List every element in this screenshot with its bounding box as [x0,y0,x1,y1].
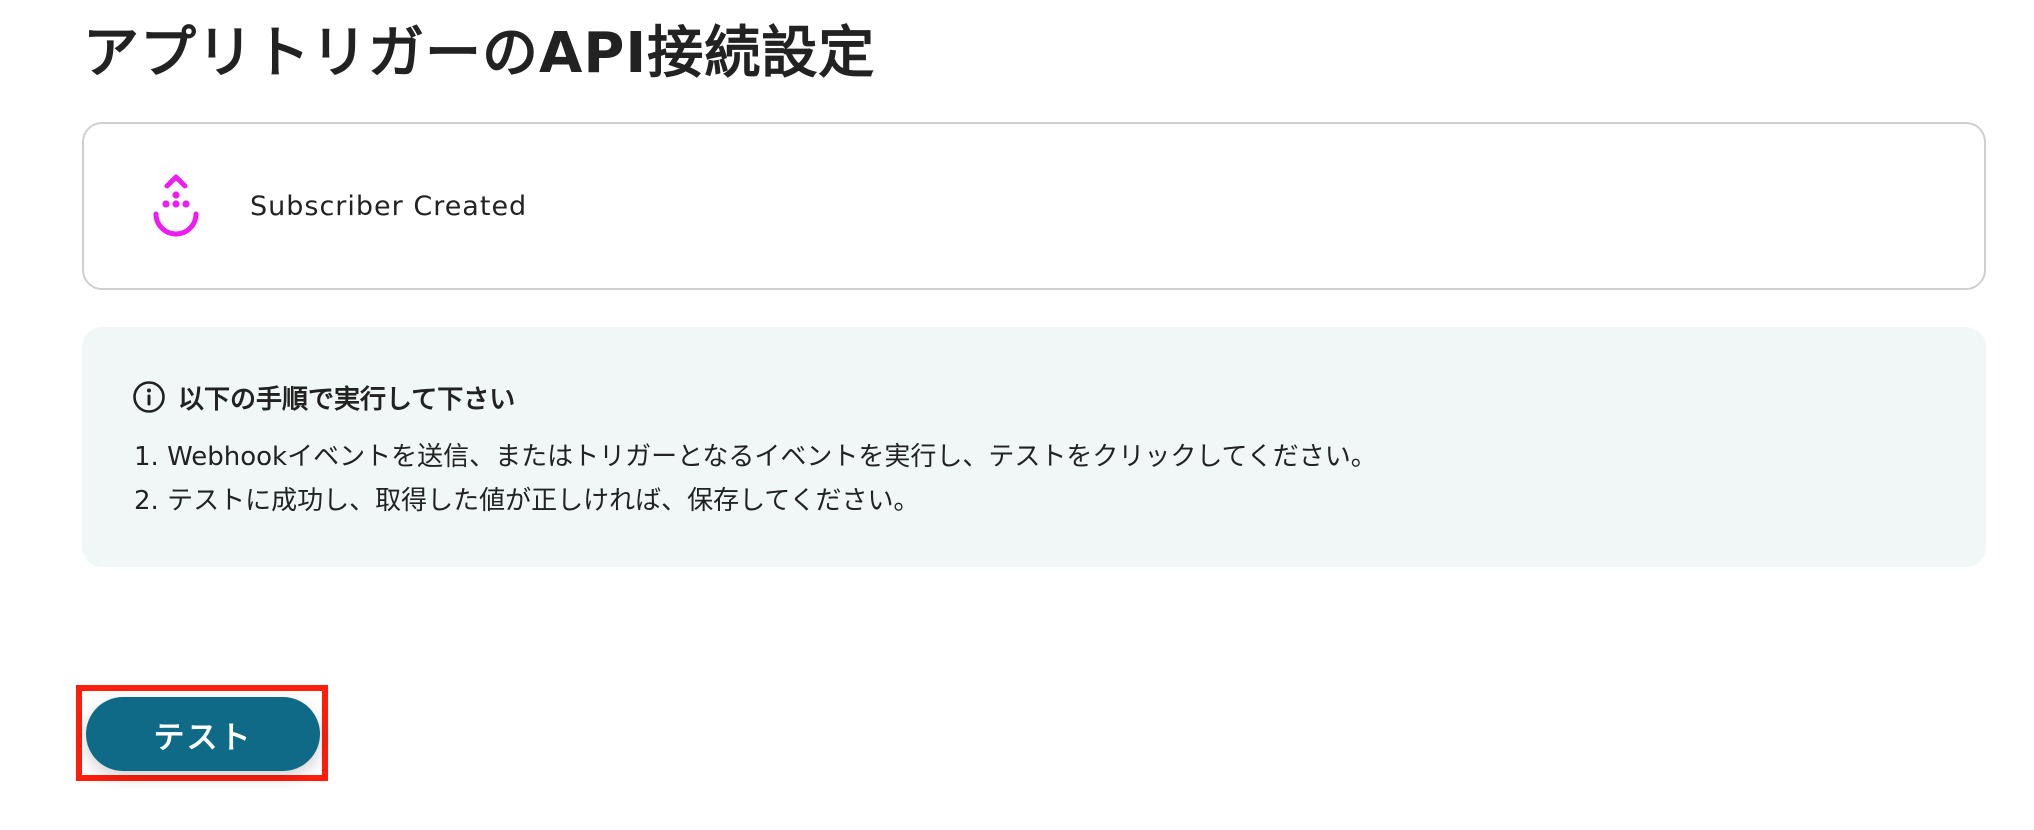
info-icon [133,381,165,413]
drip-app-icon [153,174,199,237]
test-button[interactable]: テスト [86,697,320,771]
instructions-heading: 以下の手順で実行して下さい [132,377,1986,417]
trigger-card: Subscriber Created [82,122,1986,290]
page-title: アプリトリガーのAPI接続設定 [83,21,876,86]
instructions-panel: 以下の手順で実行して下さい 1. Webhookイベントを送信、またはトリガーと… [82,327,1986,567]
instruction-steps: 1. Webhookイベントを送信、またはトリガーとなるイベントを実行し、テスト… [134,435,1986,523]
instructions-title: 以下の手順で実行して下さい [178,384,516,415]
instruction-step: 2. テストに成功し、取得した値が正しければ、保存してください。 [134,486,920,516]
trigger-event-label: Subscriber Created [250,190,528,222]
instruction-step: 1. Webhookイベントを送信、またはトリガーとなるイベントを実行し、テスト… [134,442,1377,472]
